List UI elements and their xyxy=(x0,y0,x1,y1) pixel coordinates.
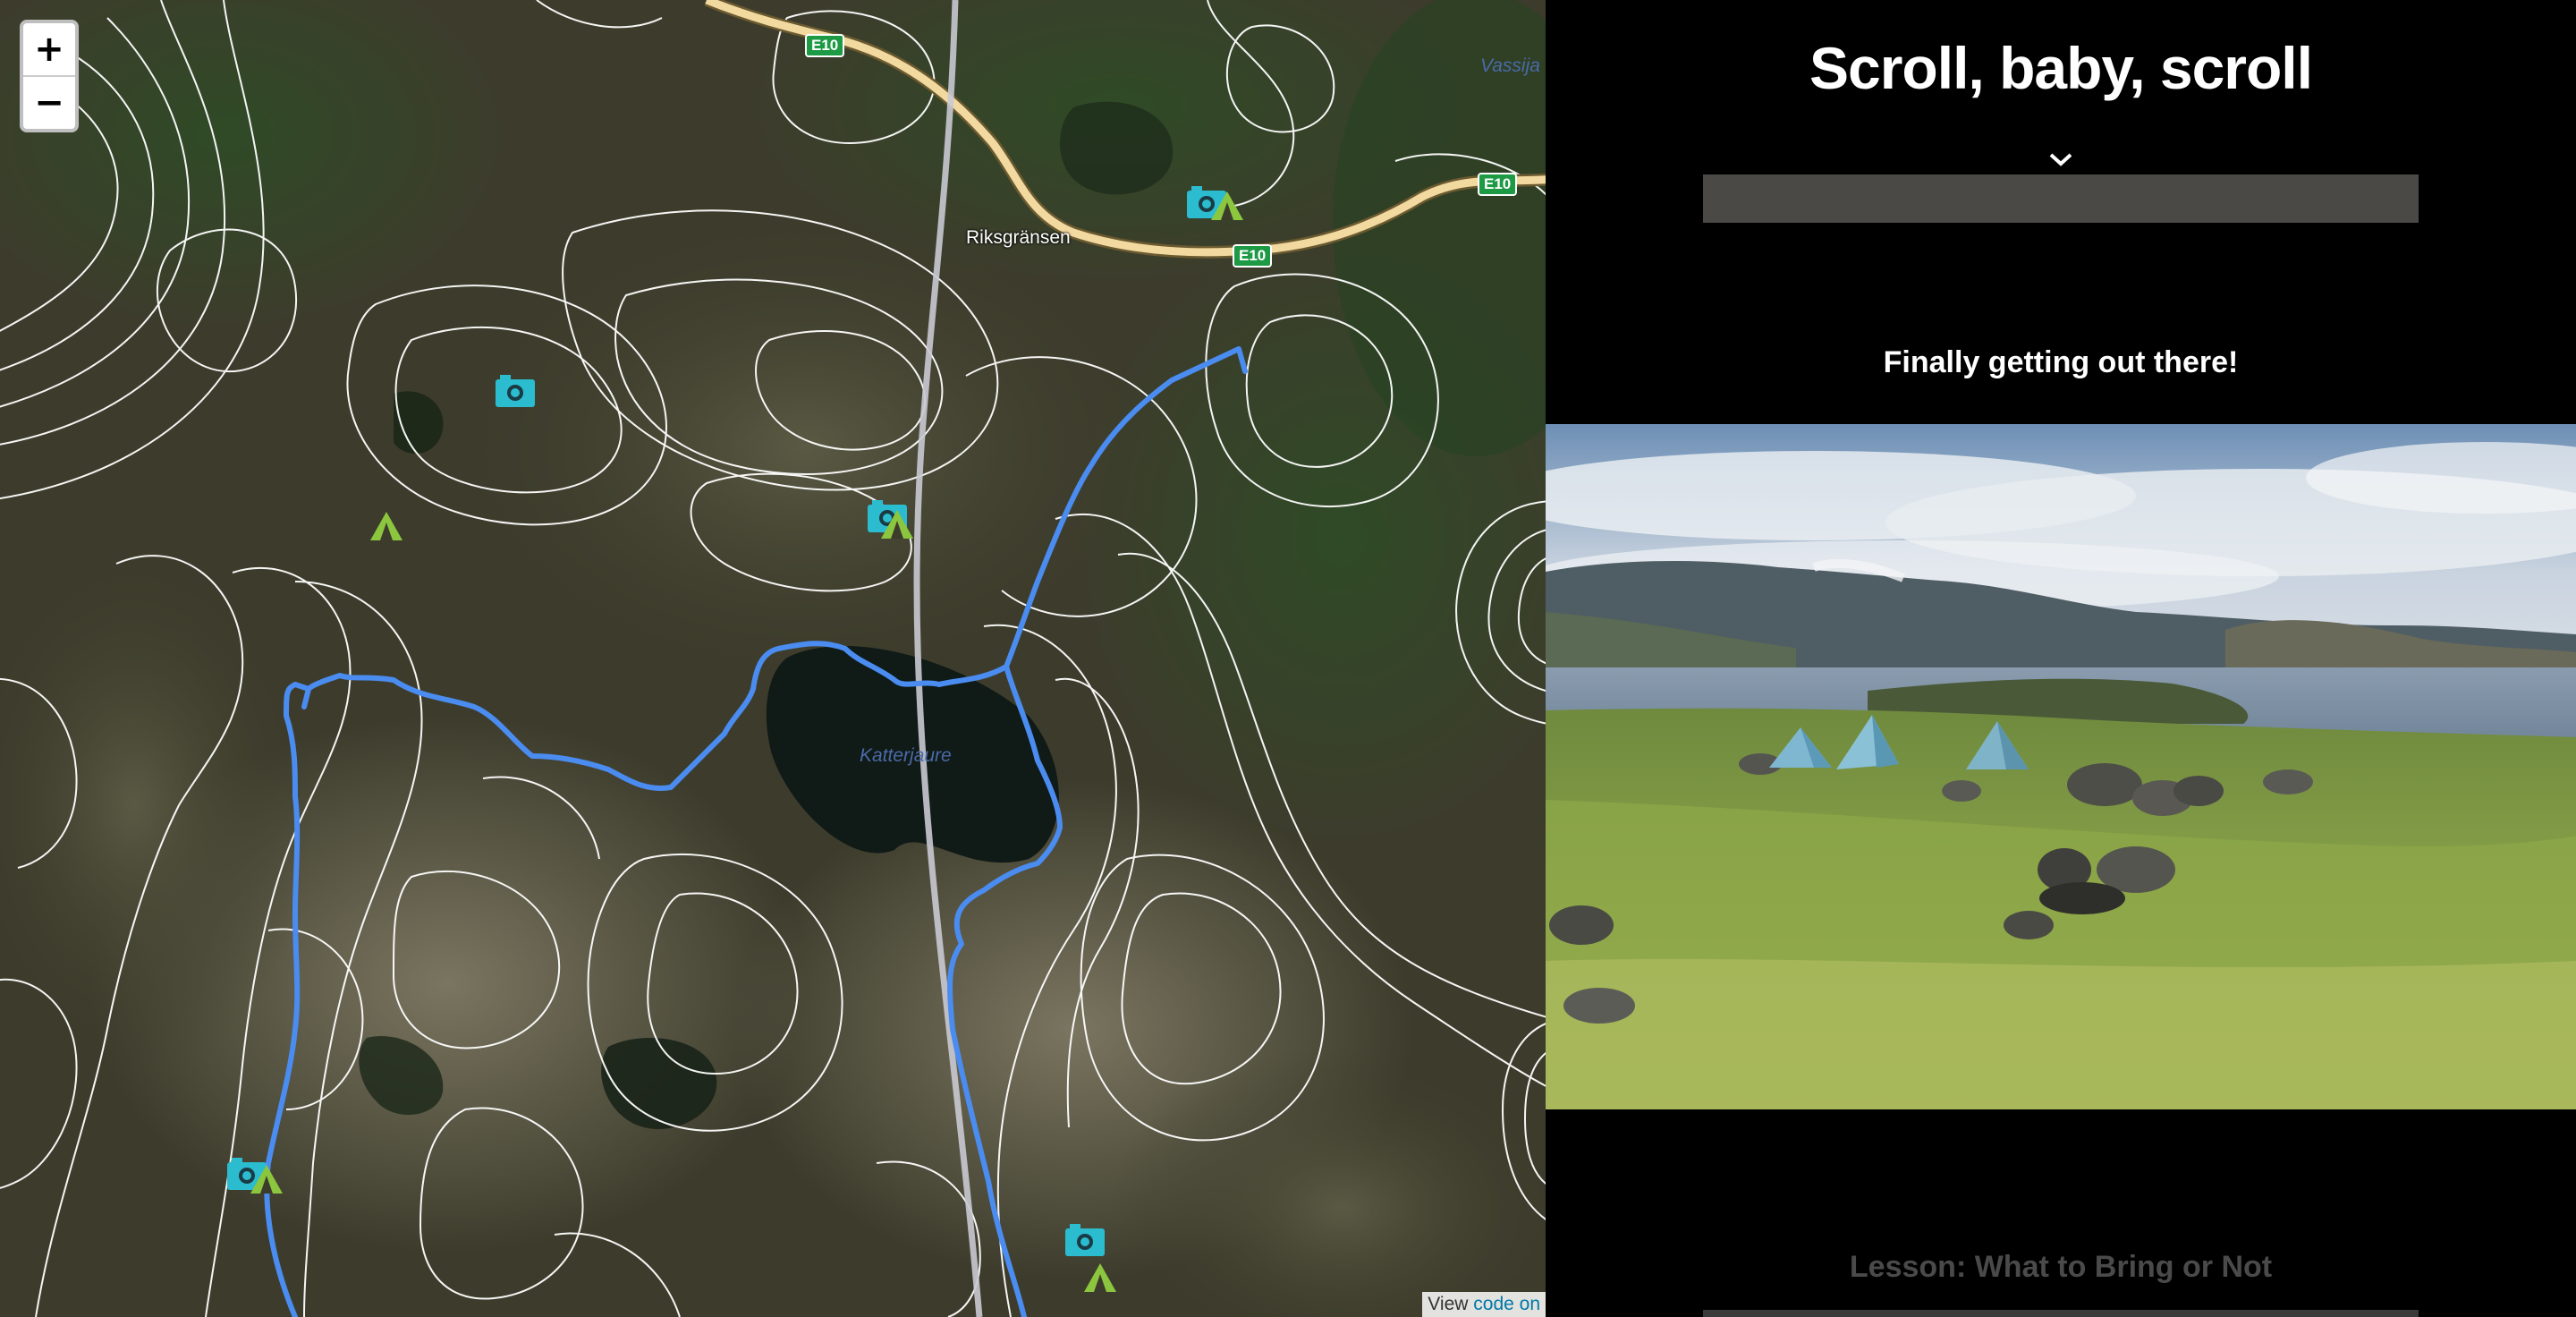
zoom-control: + − xyxy=(20,20,79,132)
attribution-prefix: View xyxy=(1428,1294,1469,1314)
story-panel[interactable]: Scroll, baby, scroll Finally getting out… xyxy=(1546,0,2576,1317)
page-title: Scroll, baby, scroll xyxy=(1809,35,2313,101)
zoom-in-button[interactable]: + xyxy=(23,23,75,77)
tent-icon[interactable] xyxy=(249,1163,284,1195)
campsite-photo xyxy=(1546,424,2576,1109)
chevron-down-icon[interactable] xyxy=(2047,150,2074,168)
town-label: Riksgränsen xyxy=(966,227,1071,248)
scroll-progress-bar xyxy=(1703,174,2419,223)
road-shield: E10 xyxy=(1233,244,1273,268)
camera-icon[interactable] xyxy=(495,374,536,408)
code-link[interactable]: code on xyxy=(1473,1294,1540,1314)
tent-icon[interactable] xyxy=(879,508,915,540)
section-heading: Lesson: What to Bring or Not xyxy=(1849,1250,2273,1284)
tent-icon[interactable] xyxy=(1082,1262,1118,1294)
section-heading: Finally getting out there! xyxy=(1883,345,2239,379)
tent-icon[interactable] xyxy=(1209,190,1245,222)
zoom-out-button[interactable]: − xyxy=(23,77,75,129)
map-view[interactable]: + − E10 E10 E10 Riksgränsen Katterjaure … xyxy=(0,0,1546,1317)
water-label: Vassija xyxy=(1480,55,1540,76)
satellite-basemap xyxy=(0,0,1546,1317)
road-shield: E10 xyxy=(805,34,845,57)
road-shield: E10 xyxy=(1478,173,1518,196)
camera-icon[interactable] xyxy=(1064,1223,1106,1257)
map-attribution: View code on xyxy=(1422,1292,1546,1317)
lake-label: Katterjaure xyxy=(860,745,952,766)
tent-icon[interactable] xyxy=(369,510,404,542)
section-progress-bar xyxy=(1703,1310,2419,1317)
